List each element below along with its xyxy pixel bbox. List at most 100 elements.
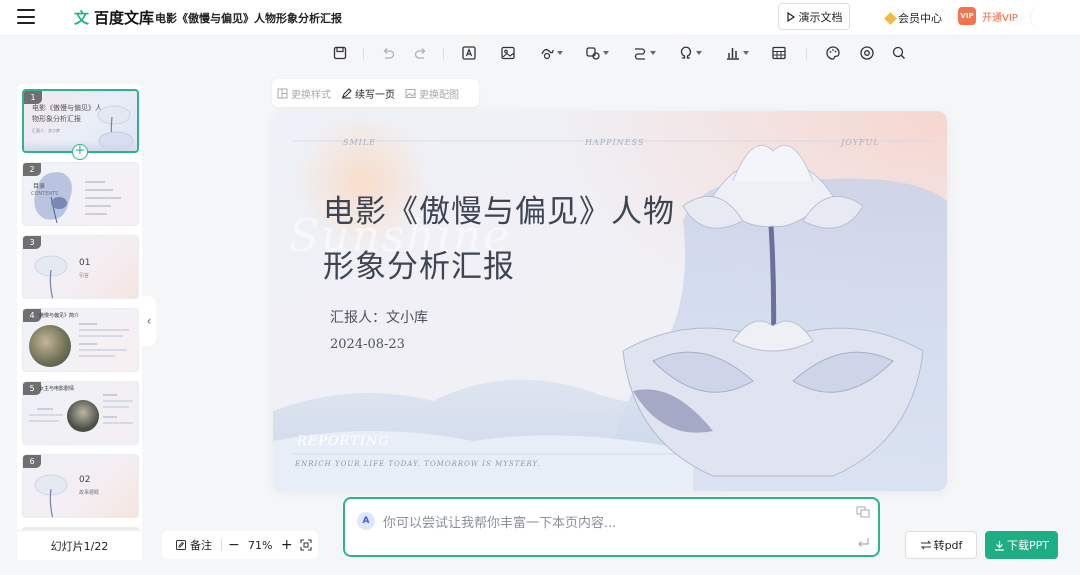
expand-icon[interactable] [856, 506, 870, 518]
collapse-sidebar-button[interactable]: ‹ [142, 296, 156, 346]
pen-icon [342, 87, 352, 98]
open-vip-link[interactable]: VIP 开通VIP [958, 7, 1018, 25]
divider [221, 539, 222, 551]
slide-date[interactable]: 2024-08-23 [330, 337, 405, 352]
thumb-text: CONTENTS [31, 191, 59, 197]
present-label: 演示文档 [798, 10, 843, 24]
change-style-label: 更换样式 [291, 89, 331, 101]
notes-button[interactable]: 备注 [170, 537, 217, 553]
slide-thumbnail-4[interactable]: 4 傲慢与偏见》简介 [22, 308, 139, 372]
logo-mark: 文 [74, 9, 90, 27]
photo-thumb [29, 325, 71, 367]
ai-assistant-input[interactable]: A 你可以尝试让我帮你丰富一下本页内容... [343, 497, 880, 557]
member-center-link[interactable]: 会员中心 [884, 10, 942, 26]
diamond-icon [884, 11, 897, 25]
shape-icon[interactable] [539, 44, 563, 62]
photo-thumb [67, 400, 99, 432]
chevron-down-icon [696, 51, 702, 55]
user-avatar[interactable] [1030, 6, 1060, 28]
slide-reporter[interactable]: 汇报人：文小库 [330, 307, 428, 327]
deco-text-reporting: REPORTING [297, 434, 390, 449]
slide-thumbnail-2[interactable]: 2 目录 CONTENTS [22, 162, 139, 226]
deco-text-enrich: ENRICH YOUR LIFE TODAY. TOMORROW IS MYST… [295, 460, 541, 468]
chevron-down-icon [603, 51, 609, 55]
convert-pdf-label: 转pdf [933, 539, 963, 552]
thumb-text: 引言 [79, 273, 90, 279]
save-icon[interactable] [332, 44, 348, 62]
zoom-level[interactable]: 71% [242, 539, 279, 552]
slide-thumbnail-6[interactable]: 6 02 故事梗概 [22, 454, 139, 518]
layout-icon [277, 88, 288, 98]
lotus-image [34, 474, 68, 517]
divider [443, 48, 444, 60]
vip-badge-icon: VIP [958, 7, 976, 25]
zoom-bar: 备注 − 71% + [162, 531, 318, 559]
thumb-lines [85, 181, 125, 215]
chevron-down-icon [743, 51, 749, 55]
fit-screen-icon [300, 539, 312, 551]
continue-page-button[interactable]: 续写一页 [336, 86, 400, 101]
thumb-text: 傲慢与偏见》简介 [39, 313, 80, 319]
image-icon[interactable] [500, 44, 516, 62]
chart-icon[interactable] [725, 44, 749, 62]
deco-text-smile: SMILE [343, 138, 376, 147]
slide-title[interactable]: 电影《傲慢与偏见》人物形象分析汇报 [323, 185, 703, 295]
lotus-image [34, 255, 68, 298]
thumb-text: 01 [79, 258, 91, 268]
slide-thumbnail-3[interactable]: 3 01 引言 [22, 235, 139, 299]
top-bar: 文 百度文库 电影《傲慢与偏见》人物形象分析汇报 演示文档 会员中心 VIP 开… [0, 0, 1080, 36]
play-icon [786, 11, 795, 22]
zoom-out-button[interactable]: − [226, 537, 242, 553]
thumb-text: 女主与电影剧情 [39, 386, 75, 392]
element-icon[interactable] [585, 44, 609, 62]
thumb-text: 02 [79, 475, 91, 485]
hamburger-menu-icon[interactable] [17, 9, 35, 25]
thumb-lines [29, 408, 63, 422]
textbox-icon[interactable] [461, 44, 477, 62]
undo-icon[interactable] [380, 44, 396, 62]
download-ppt-button[interactable]: 下载PPT [985, 531, 1058, 559]
divider [363, 48, 364, 60]
thumb-text: 故事梗概 [79, 490, 100, 496]
download-ppt-label: 下载PPT [1007, 539, 1049, 552]
fit-screen-button[interactable] [295, 539, 319, 551]
search-icon[interactable] [891, 44, 907, 62]
download-icon [995, 540, 1004, 551]
slide-thumbnail-panel: 1 电影《傲慢与偏见》人 物形象分析汇报 汇报人：文小库 + 2 目录 CONT… [17, 84, 142, 560]
add-slide-button[interactable]: + [72, 144, 88, 160]
zoom-in-button[interactable]: + [279, 537, 295, 553]
symbol-icon[interactable] [678, 44, 702, 62]
enter-icon[interactable] [856, 537, 870, 549]
convert-pdf-button[interactable]: 转pdf [905, 531, 977, 559]
chevron-down-icon [650, 51, 656, 55]
slide-canvas[interactable]: SMILE HAPPINESS JOYFUL Sunshine 电影《傲慢与偏见… [273, 111, 947, 491]
member-label: 会员中心 [898, 12, 942, 25]
editor-toolbar [0, 36, 1080, 70]
ai-assistant-placeholder: 你可以尝试让我帮你丰富一下本页内容... [383, 516, 617, 531]
slide-thumbnail-5[interactable]: 5 女主与电影剧情 [22, 381, 139, 445]
change-image-label: 更换配图 [419, 89, 459, 101]
document-title: 电影《傲慢与偏见》人物形象分析汇报 [155, 12, 342, 25]
logo[interactable]: 文 百度文库 [74, 7, 154, 28]
connector-icon[interactable] [632, 44, 656, 62]
present-button[interactable]: 演示文档 [778, 3, 850, 30]
animation-icon[interactable] [859, 44, 875, 62]
deco-text-joyful: JOYFUL [841, 138, 880, 147]
table-icon[interactable] [771, 44, 787, 62]
divider [806, 48, 807, 60]
notes-label: 备注 [190, 539, 212, 552]
theme-icon[interactable] [825, 44, 841, 62]
notes-icon [176, 540, 186, 550]
thumb-text: 汇报人：文小库 [32, 128, 60, 133]
redo-icon[interactable] [413, 44, 429, 62]
vip-label: 开通VIP [982, 12, 1018, 24]
chevron-down-icon [557, 51, 563, 55]
slide-context-toolbar: 更换样式 续写一页 更换配图 [272, 79, 479, 107]
change-image-button[interactable]: 更换配图 [400, 86, 464, 101]
deco-text-happiness: HAPPINESS [585, 138, 645, 147]
thumb-lines [79, 323, 134, 357]
logo-text: 百度文库 [94, 9, 155, 27]
change-style-button[interactable]: 更换样式 [272, 86, 336, 101]
continue-page-label: 续写一页 [355, 89, 395, 101]
swap-icon [920, 540, 931, 550]
